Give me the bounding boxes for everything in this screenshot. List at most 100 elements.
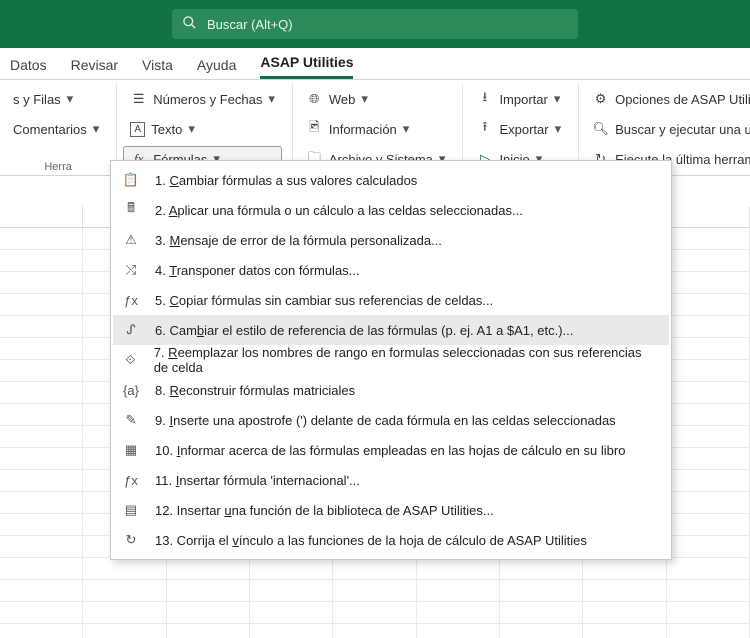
grid-cell[interactable] bbox=[583, 580, 666, 601]
grid-cell[interactable] bbox=[83, 580, 166, 601]
grid-cell[interactable] bbox=[333, 624, 416, 638]
grid-cell[interactable] bbox=[667, 404, 750, 425]
grid-cell[interactable] bbox=[667, 558, 750, 579]
grid-cell[interactable] bbox=[667, 514, 750, 535]
ribbon-find-utility[interactable]: 🔍︎ Buscar y ejecutar una utilidad bbox=[585, 116, 750, 142]
grid-cell[interactable] bbox=[0, 514, 83, 535]
grid-cell[interactable] bbox=[417, 558, 500, 579]
grid-cell[interactable] bbox=[0, 558, 83, 579]
grid-cell[interactable] bbox=[500, 602, 583, 623]
grid-cell[interactable] bbox=[333, 580, 416, 601]
menu-item-2[interactable]: 🖩2. Aplicar una fórmula o un cálculo a l… bbox=[113, 195, 669, 225]
grid-cell[interactable] bbox=[333, 602, 416, 623]
tab-ayuda[interactable]: Ayuda bbox=[197, 51, 236, 79]
grid-cell[interactable] bbox=[417, 624, 500, 638]
menu-item-13[interactable]: ↻13. Corrija el vínculo a las funciones … bbox=[113, 525, 669, 555]
grid-cell[interactable] bbox=[0, 382, 83, 403]
tab-revisar[interactable]: Revisar bbox=[71, 51, 118, 79]
tab-asap-utilities[interactable]: ASAP Utilities bbox=[260, 48, 353, 79]
grid-cell[interactable] bbox=[0, 426, 83, 447]
menu-item-8[interactable]: {a}8. Reconstruir fórmulas matriciales bbox=[113, 375, 669, 405]
menu-item-1[interactable]: 📋1. Cambiar fórmulas a sus valores calcu… bbox=[113, 165, 669, 195]
grid-cell[interactable] bbox=[667, 426, 750, 447]
grid-cell[interactable] bbox=[167, 602, 250, 623]
menu-item-7[interactable]: ⟐7. Reemplazar los nombres de rango en f… bbox=[113, 345, 669, 375]
ribbon-text[interactable]: A Texto▾ bbox=[123, 116, 282, 142]
grid-cell[interactable] bbox=[500, 624, 583, 638]
menu-item-6[interactable]: ᔑ6. Cambiar el estilo de referencia de l… bbox=[113, 315, 669, 345]
grid-row[interactable] bbox=[0, 558, 750, 580]
grid-cell[interactable] bbox=[83, 558, 166, 579]
ribbon-import[interactable]: ⭳ Importar▾ bbox=[469, 86, 568, 112]
grid-cell[interactable] bbox=[0, 228, 83, 249]
grid-cell[interactable] bbox=[583, 624, 666, 638]
ribbon-numbers-dates[interactable]: ☰ Números y Fechas▾ bbox=[123, 86, 282, 112]
grid-cell[interactable] bbox=[667, 536, 750, 557]
grid-row[interactable] bbox=[0, 602, 750, 624]
grid-cell[interactable] bbox=[0, 338, 83, 359]
grid-cell[interactable] bbox=[250, 558, 333, 579]
grid-cell[interactable] bbox=[667, 316, 750, 337]
grid-cell[interactable] bbox=[667, 624, 750, 638]
ribbon-info[interactable]: 🖻 Información▾ bbox=[299, 116, 453, 142]
grid-cell[interactable] bbox=[667, 294, 750, 315]
grid-cell[interactable] bbox=[0, 360, 83, 381]
grid-cell[interactable] bbox=[500, 580, 583, 601]
grid-cell[interactable] bbox=[667, 360, 750, 381]
grid-cell[interactable] bbox=[0, 492, 83, 513]
grid-cell[interactable] bbox=[417, 602, 500, 623]
ribbon-export[interactable]: ⭱ Exportar▾ bbox=[469, 116, 568, 142]
search-box[interactable]: Buscar (Alt+Q) bbox=[172, 9, 578, 39]
grid-cell[interactable] bbox=[667, 492, 750, 513]
grid-cell[interactable] bbox=[0, 470, 83, 491]
grid-cell[interactable] bbox=[583, 558, 666, 579]
grid-cell[interactable] bbox=[0, 294, 83, 315]
grid-row[interactable] bbox=[0, 624, 750, 638]
menu-item-11[interactable]: ƒx11. Insertar fórmula 'internacional'..… bbox=[113, 465, 669, 495]
grid-cell[interactable] bbox=[83, 602, 166, 623]
menu-item-4[interactable]: ⤭4. Transponer datos con fórmulas... bbox=[113, 255, 669, 285]
tab-vista[interactable]: Vista bbox=[142, 51, 173, 79]
col-header[interactable] bbox=[0, 206, 83, 227]
grid-cell[interactable] bbox=[417, 580, 500, 601]
grid-cell[interactable] bbox=[333, 558, 416, 579]
menu-item-10[interactable]: ▦10. Informar acerca de las fórmulas emp… bbox=[113, 435, 669, 465]
tab-datos[interactable]: Datos bbox=[10, 51, 47, 79]
grid-cell[interactable] bbox=[0, 580, 83, 601]
grid-cell[interactable] bbox=[667, 250, 750, 271]
grid-cell[interactable] bbox=[0, 602, 83, 623]
grid-cell[interactable] bbox=[667, 228, 750, 249]
grid-cell[interactable] bbox=[0, 250, 83, 271]
ribbon-options[interactable]: ⚙ Opciones de ASAP Utilities▾ bbox=[585, 86, 750, 112]
grid-cell[interactable] bbox=[0, 536, 83, 557]
ribbon-web[interactable]: 🌐︎ Web▾ bbox=[299, 86, 453, 112]
grid-cell[interactable] bbox=[0, 404, 83, 425]
grid-cell[interactable] bbox=[500, 558, 583, 579]
grid-cell[interactable] bbox=[0, 316, 83, 337]
grid-cell[interactable] bbox=[250, 580, 333, 601]
menu-item-9[interactable]: ✎9. Inserte una apostrofe (') delante de… bbox=[113, 405, 669, 435]
grid-cell[interactable] bbox=[0, 448, 83, 469]
grid-cell[interactable] bbox=[667, 272, 750, 293]
grid-cell[interactable] bbox=[667, 382, 750, 403]
grid-cell[interactable] bbox=[250, 602, 333, 623]
grid-cell[interactable] bbox=[667, 448, 750, 469]
grid-cell[interactable] bbox=[250, 624, 333, 638]
grid-cell[interactable] bbox=[667, 338, 750, 359]
grid-row[interactable] bbox=[0, 580, 750, 602]
grid-cell[interactable] bbox=[667, 580, 750, 601]
grid-cell[interactable] bbox=[167, 624, 250, 638]
grid-cell[interactable] bbox=[83, 624, 166, 638]
menu-item-5[interactable]: ƒx5. Copiar fórmulas sin cambiar sus ref… bbox=[113, 285, 669, 315]
col-header[interactable] bbox=[667, 206, 750, 227]
ribbon-rows-cols[interactable]: s y Filas▾ bbox=[6, 86, 106, 112]
grid-cell[interactable] bbox=[667, 470, 750, 491]
ribbon-comments[interactable]: Comentarios▾ bbox=[6, 116, 106, 142]
grid-cell[interactable] bbox=[583, 602, 666, 623]
grid-cell[interactable] bbox=[667, 602, 750, 623]
menu-item-12[interactable]: ▤12. Insertar una función de la bibliote… bbox=[113, 495, 669, 525]
menu-item-3[interactable]: ⚠3. Mensaje de error de la fórmula perso… bbox=[113, 225, 669, 255]
grid-cell[interactable] bbox=[0, 624, 83, 638]
grid-cell[interactable] bbox=[167, 558, 250, 579]
grid-cell[interactable] bbox=[0, 272, 83, 293]
